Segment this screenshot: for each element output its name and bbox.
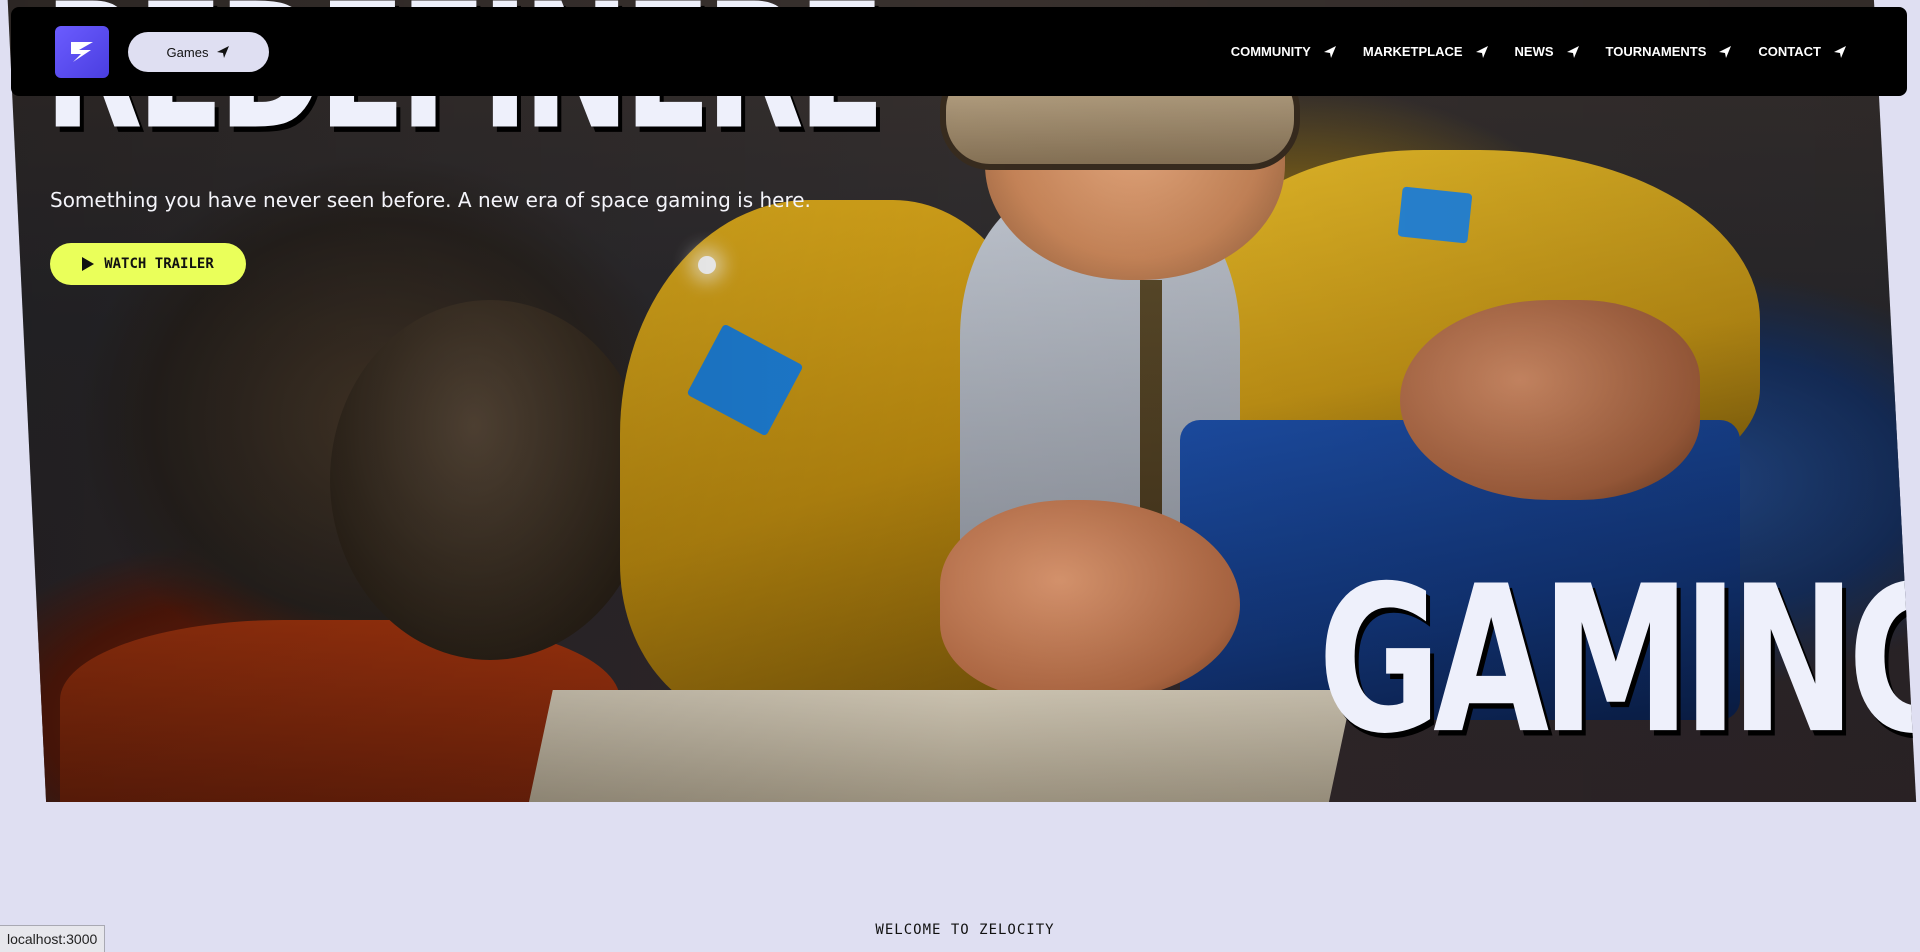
- navigation-arrow-icon: [1566, 45, 1580, 59]
- navigation-arrow-icon: [1323, 45, 1337, 59]
- nav-links: COMMUNITY MARKETPLACE NEWS TOURNAMENTS C…: [1205, 7, 1847, 96]
- navigation-arrow-icon: [1833, 45, 1847, 59]
- welcome-heading: WELCOME TO ZELOCITY: [875, 922, 1055, 938]
- games-button[interactable]: Games: [128, 32, 269, 72]
- hero-headline-bottom: GAMING: [1318, 543, 1920, 779]
- navigation-arrow-icon: [1718, 45, 1732, 59]
- play-icon: [82, 257, 95, 271]
- watch-trailer-button[interactable]: WATCH TRAILER: [50, 243, 246, 285]
- nav-contact-label: CONTACT: [1758, 44, 1821, 59]
- hero-section: REDEFINERE Something you have never seen…: [7, 0, 1920, 802]
- nav-marketplace-label: MARKETPLACE: [1362, 44, 1463, 59]
- nav-tournaments-label: TOURNAMENTS: [1605, 44, 1707, 59]
- hero-subtitle: Something you have never seen before. A …: [50, 188, 811, 212]
- nav-community-label: COMMUNITY: [1230, 44, 1311, 59]
- nav-contact[interactable]: CONTACT: [1758, 44, 1847, 59]
- navigation-arrow-icon: [216, 45, 230, 59]
- nav-news[interactable]: NEWS: [1515, 44, 1580, 59]
- nav-news-label: NEWS: [1514, 44, 1554, 59]
- nav-tournaments[interactable]: TOURNAMENTS: [1606, 44, 1733, 59]
- nav-marketplace[interactable]: MARKETPLACE: [1363, 44, 1489, 59]
- navbar: Games COMMUNITY MARKETPLACE NEWS TOURNAM…: [11, 7, 1907, 96]
- status-bar-url: localhost:3000: [0, 925, 106, 952]
- watch-trailer-label: WATCH TRAILER: [104, 256, 214, 272]
- navigation-arrow-icon: [1475, 45, 1489, 59]
- nav-community[interactable]: COMMUNITY: [1231, 44, 1337, 59]
- games-label: Games: [166, 44, 209, 60]
- zelocity-logo-icon[interactable]: [55, 26, 109, 78]
